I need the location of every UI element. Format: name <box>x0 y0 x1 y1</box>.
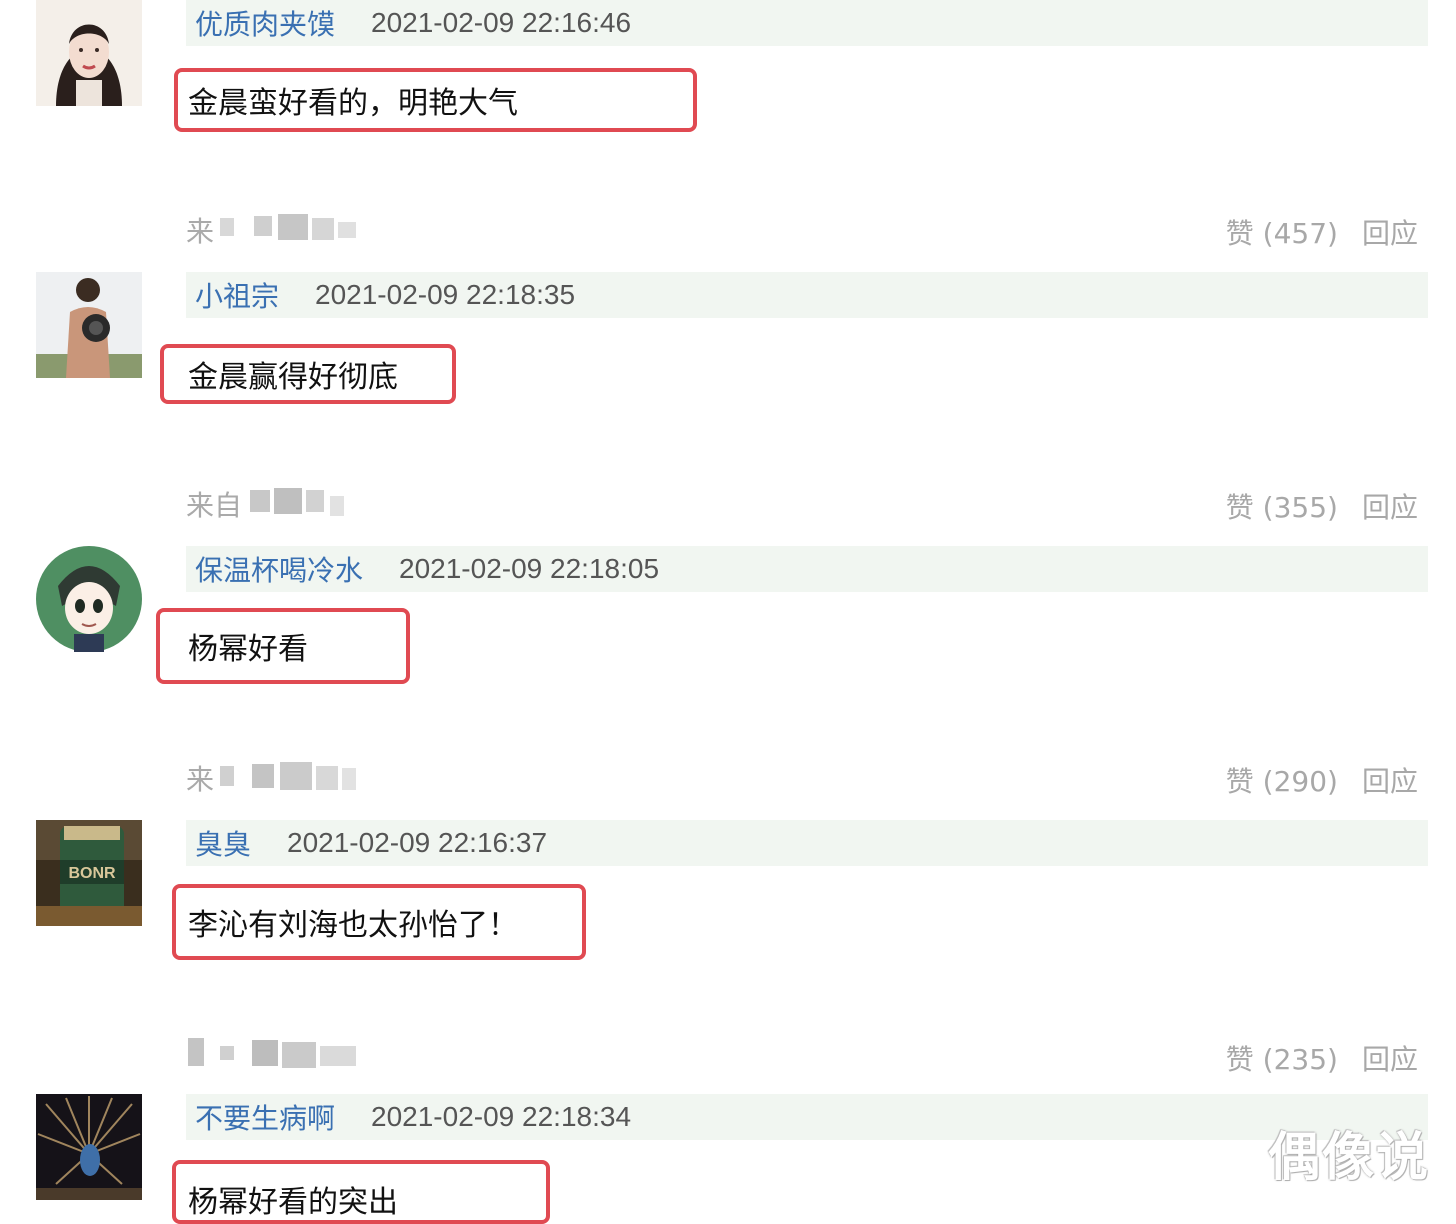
highlighted-comment-text: 杨幂好看 <box>156 608 410 684</box>
mosaic-blur <box>220 758 360 792</box>
reply-button[interactable]: 回应 <box>1362 760 1418 800</box>
username-link[interactable]: 臭臭 <box>195 823 251 863</box>
comment-timestamp: 2021-02-09 22:18:35 <box>315 279 576 310</box>
like-button[interactable]: 赞 (235) <box>1226 1038 1338 1078</box>
highlighted-comment-text: 李沁有刘海也太孙怡了！ <box>172 884 586 960</box>
avatar-cartoon-image <box>36 546 142 652</box>
from-label: 来 <box>186 215 215 248</box>
comment-actions: 赞 (355) 回应 <box>1226 486 1418 526</box>
username-link[interactable]: 小祖宗 <box>195 275 279 315</box>
user-avatar[interactable] <box>36 272 142 378</box>
svg-text:BONR: BONR <box>68 865 116 882</box>
user-avatar[interactable] <box>36 0 142 106</box>
reply-button[interactable]: 回应 <box>1362 1038 1418 1078</box>
comment-footer: 来 赞 (290) 回应 <box>186 752 1428 798</box>
comment-content: 李沁有刘海也太孙怡了！ <box>188 908 518 943</box>
mosaic-blur <box>186 1036 366 1070</box>
avatar-can-image: BONR <box>36 820 142 926</box>
comment-header: 优质肉夹馍 2021-02-09 22:16:46 <box>186 0 1428 46</box>
like-button[interactable]: 赞 (457) <box>1226 212 1338 252</box>
comment-timestamp: 2021-02-09 22:18:34 <box>371 1101 632 1132</box>
mosaic-blur <box>220 210 360 244</box>
comment-actions: 赞 (290) 回应 <box>1226 760 1418 800</box>
comment-content: 杨幂好看的突出 <box>188 1185 398 1220</box>
user-avatar[interactable]: BONR <box>36 820 142 926</box>
comment-content: 杨幂好看 <box>188 632 308 667</box>
comment-footer: 来自 赞 (355) 回应 <box>186 478 1428 524</box>
highlighted-comment-text: 金晨蛮好看的，明艳大气 <box>174 68 697 132</box>
username-link[interactable]: 保温杯喝冷水 <box>195 549 363 589</box>
comment-timestamp: 2021-02-09 22:18:05 <box>399 553 660 584</box>
reply-button[interactable]: 回应 <box>1362 212 1418 252</box>
avatar-woman-image <box>36 0 142 106</box>
comment-content: 金晨赢得好彻底 <box>188 360 398 395</box>
user-avatar[interactable] <box>36 1094 142 1200</box>
reply-button[interactable]: 回应 <box>1362 486 1418 526</box>
comment-actions: 赞 (457) 回应 <box>1226 212 1418 252</box>
comment-header: 臭臭 2021-02-09 22:16:37 <box>186 820 1428 866</box>
like-button[interactable]: 赞 (290) <box>1226 760 1338 800</box>
comment-header: 保温杯喝冷水 2021-02-09 22:18:05 <box>186 546 1428 592</box>
avatar-boy-image <box>36 272 142 378</box>
from-label: 来自 <box>186 489 243 522</box>
from-label: 来 <box>186 763 215 796</box>
comment-content: 金晨蛮好看的，明艳大气 <box>188 86 518 121</box>
comment-timestamp: 2021-02-09 22:16:37 <box>287 827 548 858</box>
comment-footer: 来 赞 (457) 回应 <box>186 204 1428 250</box>
comment-header: 小祖宗 2021-02-09 22:18:35 <box>186 272 1428 318</box>
highlighted-comment-text: 金晨赢得好彻底 <box>160 344 456 404</box>
comment-timestamp: 2021-02-09 22:16:46 <box>371 7 632 38</box>
user-avatar[interactable] <box>36 546 142 652</box>
username-link[interactable]: 优质肉夹馍 <box>195 3 335 43</box>
mosaic-blur <box>250 484 350 518</box>
highlighted-comment-text: 杨幂好看的突出 <box>172 1160 550 1224</box>
comment-header: 不要生病啊 2021-02-09 22:18:34 <box>186 1094 1428 1140</box>
username-link[interactable]: 不要生病啊 <box>195 1097 335 1137</box>
avatar-firework-image <box>36 1094 142 1200</box>
like-button[interactable]: 赞 (355) <box>1226 486 1338 526</box>
watermark: 偶像说 <box>1267 1128 1430 1188</box>
comment-actions: 赞 (235) 回应 <box>1226 1038 1418 1078</box>
comment-footer: 赞 (235) 回应 <box>186 1030 1428 1076</box>
